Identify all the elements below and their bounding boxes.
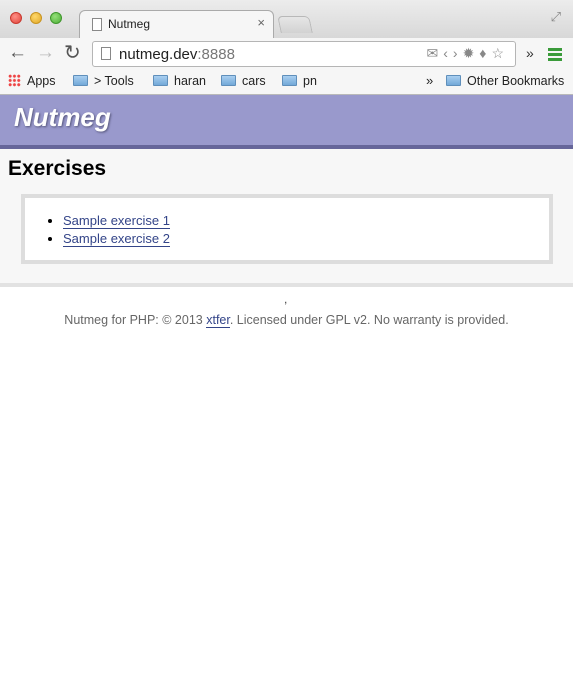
page-icon	[101, 47, 111, 60]
exercise-list-panel: Sample exercise 1 Sample exercise 2	[21, 194, 553, 264]
bookmarks-bar: Apps > Tools haran cars pn » Other Bookm…	[0, 70, 573, 95]
bookmark-tools[interactable]: > Tools	[73, 74, 134, 88]
url-port: :8888	[197, 46, 235, 63]
site-header: Nutmeg	[0, 95, 573, 149]
address-bar[interactable]: nutmeg.dev:8888 ✉‹›✹♦☆	[92, 41, 516, 67]
bookmark-label: pn	[303, 74, 317, 88]
exercise-link-1[interactable]: Sample exercise 1	[63, 213, 170, 229]
footer-text-after: . Licensed under GPL v2. No warranty is …	[229, 313, 509, 327]
url-text[interactable]: nutmeg.dev:8888	[119, 46, 235, 63]
bookmark-label: Apps	[27, 74, 56, 88]
exercise-list: Sample exercise 1 Sample exercise 2	[25, 212, 170, 248]
folder-icon	[282, 75, 297, 86]
bookmark-label: haran	[174, 74, 206, 88]
new-tab-button[interactable]	[277, 16, 313, 33]
fullscreen-icon[interactable]: ⤢	[551, 9, 561, 25]
author-link[interactable]: xtfer	[206, 313, 230, 328]
zoom-window-button[interactable]	[50, 12, 62, 24]
bookmark-pn[interactable]: pn	[282, 74, 317, 88]
url-host: nutmeg.dev	[119, 46, 198, 63]
bookmark-cars[interactable]: cars	[221, 74, 266, 88]
browser-tab[interactable]: Nutmeg ×	[79, 10, 274, 38]
exercise-link-2[interactable]: Sample exercise 2	[63, 231, 170, 247]
folder-icon	[73, 75, 88, 86]
tab-title: Nutmeg	[108, 17, 151, 31]
browser-toolbar: ← → ↻ nutmeg.dev:8888 ✉‹›✹♦☆ »	[0, 38, 573, 70]
apps-grid-icon	[8, 74, 21, 87]
bookmark-label: cars	[242, 74, 266, 88]
main-content: Exercises Sample exercise 1 Sample exerc…	[0, 149, 573, 287]
footer: Nutmeg for PHP: © 2013 xtfer. Licensed u…	[0, 313, 573, 328]
browser-menu-icon[interactable]	[548, 48, 562, 63]
bookmark-haran[interactable]: haran	[153, 74, 206, 88]
bookmark-label: > Tools	[94, 74, 134, 88]
folder-icon	[446, 75, 461, 86]
folder-icon	[221, 75, 236, 86]
extension-icons[interactable]: ✉‹›✹♦☆	[427, 45, 509, 62]
site-logo[interactable]: Nutmeg	[14, 102, 111, 133]
bookmark-other[interactable]: Other Bookmarks	[446, 74, 564, 88]
bookmark-label: Other Bookmarks	[467, 74, 565, 88]
extensions-overflow-icon[interactable]: »	[526, 45, 534, 61]
list-item: Sample exercise 1	[63, 212, 170, 230]
close-window-button[interactable]	[10, 12, 22, 24]
forward-icon[interactable]: →	[36, 42, 55, 64]
page-icon	[92, 18, 102, 31]
reload-icon[interactable]: ↻	[64, 42, 81, 64]
bookmarks-overflow-icon[interactable]: »	[426, 73, 433, 88]
minimize-window-button[interactable]	[30, 12, 42, 24]
page-title: Exercises	[8, 157, 107, 180]
bookmark-apps[interactable]: Apps	[8, 74, 56, 88]
tab-close-icon[interactable]: ×	[257, 15, 265, 30]
back-icon[interactable]: ←	[8, 42, 27, 64]
folder-icon	[153, 75, 168, 86]
footer-text-before: Nutmeg for PHP: © 2013	[64, 313, 207, 327]
list-item: Sample exercise 2	[63, 230, 170, 248]
footer-separator: ,	[284, 292, 288, 306]
browser-titlebar: Nutmeg × ⤢	[0, 0, 573, 38]
